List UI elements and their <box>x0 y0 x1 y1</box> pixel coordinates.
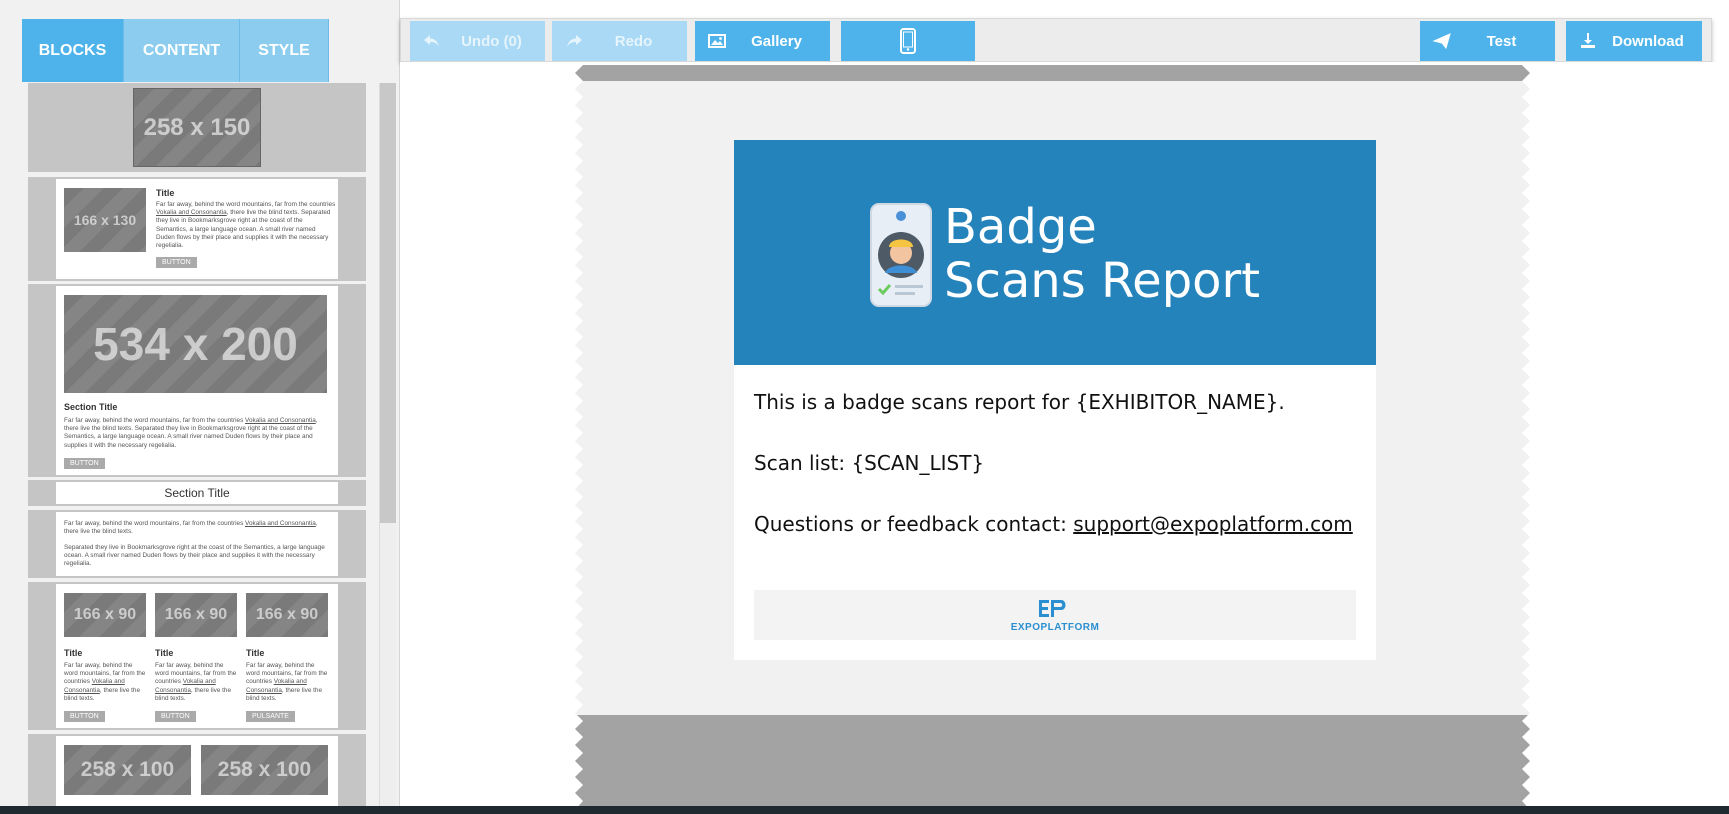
block-text: Far far away, behind the word mountains,… <box>64 417 318 449</box>
support-email-link[interactable]: support@expoplatform.com <box>1073 512 1353 536</box>
redo-label: Redo <box>614 32 653 50</box>
image-placeholder: 534 x 200 <box>64 295 327 393</box>
right-zigzag-edge <box>1522 65 1536 810</box>
undo-label: Undo (0) <box>461 32 522 50</box>
hero-title-line1: Badge <box>944 199 1097 255</box>
block-section-title[interactable]: Section Title <box>28 480 366 506</box>
logo-wordmark: EXPOPLATFORM <box>1011 622 1100 633</box>
tab-content[interactable]: CONTENT <box>124 19 240 82</box>
email-line-exhibitor: This is a badge scans report for {EXHIBI… <box>754 390 1285 414</box>
block-title: Title <box>64 648 83 658</box>
contact-prefix: Questions or feedback contact: <box>754 512 1074 536</box>
image-placeholder: 258 x 100 <box>201 745 328 795</box>
hero-banner[interactable]: Badge Scans Report <box>734 140 1376 365</box>
email-line-contact: Questions or feedback contact: support@e… <box>754 512 1353 536</box>
undo-icon <box>424 35 439 47</box>
email-canvas: Badge Scans Report This is a badge scans… <box>400 62 1729 814</box>
expoplatform-logo: EXPOPLATFORM <box>1011 600 1100 633</box>
block-title: Title <box>246 648 265 658</box>
id-badge-icon <box>870 203 932 307</box>
tab-style[interactable]: STYLE <box>240 19 329 82</box>
block-text-only[interactable]: Far far away, behind the word mountains,… <box>28 510 366 578</box>
block-button: BUTTON <box>156 257 197 268</box>
block-image-258x150[interactable]: 258 x 150 <box>28 83 366 172</box>
block-text: Far far away, behind the word mountains,… <box>155 662 237 702</box>
block-image-text[interactable]: 166 x 130 Title Far far away, behind the… <box>28 177 366 281</box>
test-button[interactable]: Test <box>1420 21 1555 61</box>
block-section-title-text: Section Title <box>164 486 230 500</box>
top-torn-edge <box>575 65 1530 81</box>
email-footer[interactable]: EXPOPLATFORM <box>754 590 1356 640</box>
send-icon <box>1432 33 1451 50</box>
block-text: Far far away, behind the word mountains,… <box>246 662 328 702</box>
undo-button[interactable]: Undo (0) <box>410 21 545 61</box>
hero-title: Badge Scans Report <box>944 200 1260 308</box>
block-button: BUTTON <box>64 458 105 469</box>
block-text: Far far away, behind the word mountains,… <box>64 662 146 702</box>
hero-title-line2: Scans Report <box>944 253 1261 309</box>
blocks-list: 258 x 150 166 x 130 Title Far far away, … <box>28 83 366 814</box>
email-body[interactable]: Badge Scans Report This is a badge scans… <box>734 140 1376 660</box>
test-label: Test <box>1486 32 1517 50</box>
block-button: BUTTON <box>64 711 105 722</box>
image-placeholder: 166 x 90 <box>64 593 146 637</box>
mobile-phone-icon <box>900 28 916 54</box>
download-icon <box>1581 33 1595 48</box>
editor-toolbar: Undo (0) Redo Gallery Test Download <box>400 18 1712 62</box>
block-hero-image[interactable]: 534 x 200 Section Title Far far away, be… <box>28 284 366 477</box>
blocks-panel: BLOCKS CONTENT STYLE 258 x 150 166 x 130… <box>0 0 400 814</box>
download-button[interactable]: Download <box>1566 21 1702 61</box>
block-button: PULSANTE <box>246 711 295 722</box>
download-label: Download <box>1612 32 1684 50</box>
tab-blocks[interactable]: BLOCKS <box>22 19 124 82</box>
bottom-torn-edge <box>575 715 1530 810</box>
image-placeholder: 166 x 90 <box>155 593 237 637</box>
block-title: Title <box>156 188 175 198</box>
block-text: Far far away, behind the word mountains,… <box>64 520 318 536</box>
scrollbar-thumb[interactable] <box>380 83 396 523</box>
blocks-scrollbar[interactable] <box>379 83 396 814</box>
gallery-button[interactable]: Gallery <box>695 21 830 61</box>
block-button: BUTTON <box>155 711 196 722</box>
image-placeholder: 258 x 150 <box>133 88 261 167</box>
panel-tabs: BLOCKS CONTENT STYLE <box>22 19 329 82</box>
image-placeholder: 166 x 90 <box>246 593 328 637</box>
email-preview-frame: Badge Scans Report This is a badge scans… <box>569 65 1536 810</box>
gallery-label: Gallery <box>751 32 802 50</box>
block-title: Title <box>155 648 174 658</box>
block-section-title: Section Title <box>64 402 118 412</box>
block-text: Separated they live in Bookmarksgrove ri… <box>64 544 325 568</box>
block-three-columns[interactable]: 166 x 90 166 x 90 166 x 90 Title Title T… <box>28 582 366 730</box>
block-text: Far far away, behind the word mountains,… <box>156 201 336 250</box>
image-icon <box>708 34 726 48</box>
redo-button[interactable]: Redo <box>552 21 687 61</box>
image-placeholder: 166 x 130 <box>64 188 146 252</box>
mobile-preview-button[interactable] <box>841 21 975 61</box>
redo-icon <box>567 35 582 47</box>
email-line-scan-list: Scan list: {SCAN_LIST} <box>754 451 985 475</box>
left-zigzag-edge <box>569 65 583 810</box>
image-placeholder: 258 x 100 <box>64 745 191 795</box>
taskbar-strip <box>0 806 1729 814</box>
block-two-images[interactable]: 258 x 100 258 x 100 <box>28 734 366 814</box>
